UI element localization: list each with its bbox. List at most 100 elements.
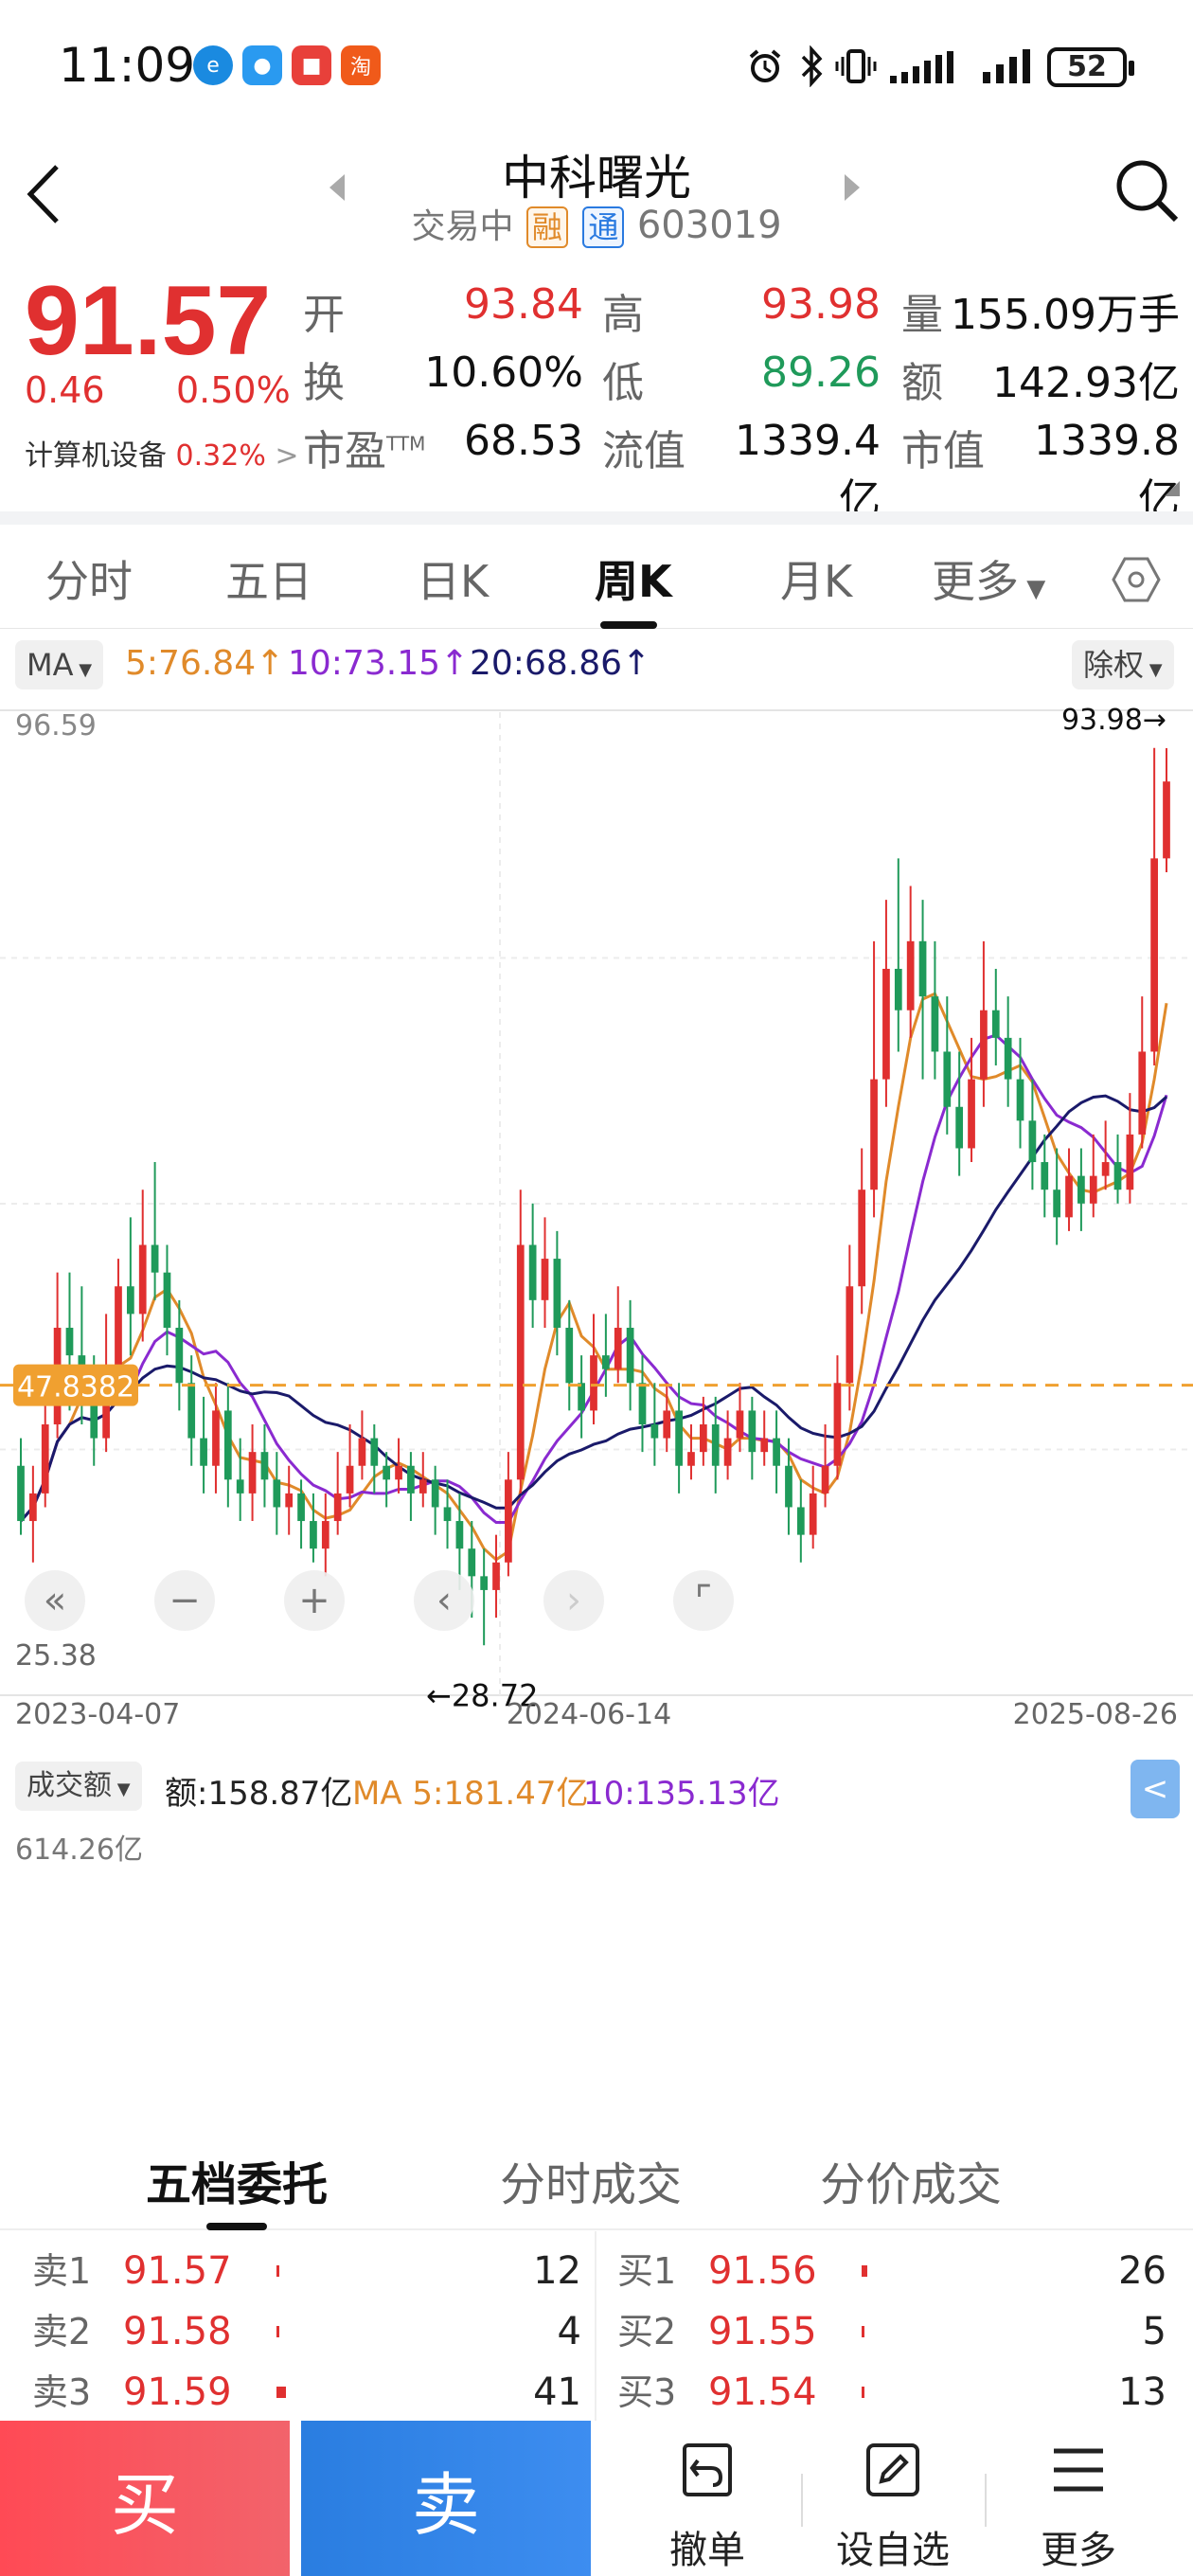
stock-code: 603019 [636,204,782,247]
float-cap-value: 1339.4亿 [735,417,881,524]
volume-value: 155.09万手 [951,291,1180,339]
candle-body [407,1465,415,1494]
section-divider [0,511,1193,525]
bids-row[interactable]: 买3 91.54 13 [617,2362,1166,2423]
menu-icon [1054,2448,1103,2492]
scroll-left-icon[interactable]: ‹ [414,1570,474,1631]
level-volume: 12 [533,2249,581,2293]
candle-body [980,1010,988,1080]
candle-body [468,1548,476,1577]
scroll-right-icon[interactable]: › [543,1570,604,1631]
depth-bar [862,2326,864,2337]
tab-daily-k[interactable]: 日K [417,547,489,610]
more-button[interactable]: 更多 [988,2421,1168,2576]
y-max-label: 96.59 [15,709,97,742]
high-marker: 93.98→ [1061,704,1166,737]
tab-time-sales[interactable]: 分时成交 [500,2147,682,2213]
candle-body [29,1493,37,1522]
candle-body [736,1410,744,1439]
tab-intraday[interactable]: 分时 [45,547,133,610]
sector-link[interactable]: 计算机设备 0.32% > [25,432,299,474]
add-watchlist-button[interactable]: 设自选 [803,2421,983,2576]
level-label: 买3 [617,2371,677,2413]
mkt-cap-value: 1339.8亿 [1034,417,1180,524]
asks-row[interactable]: 卖2 91.58 4 [32,2301,581,2362]
taobao-app-icon: 淘 [341,45,381,85]
caret-down-icon: ▼ [1144,660,1163,680]
candle-body [614,1327,622,1369]
sector-pct: 0.32% [175,439,266,473]
candle-body [248,1452,257,1494]
asks-row[interactable]: 卖1 91.57 12 [32,2241,581,2301]
candle-body [223,1410,232,1480]
tab-more[interactable]: 更多 ▼ [932,547,1045,610]
expand-corner-icon[interactable] [1163,479,1182,498]
adjust-selector-button[interactable]: 除权 ▼ [1072,640,1174,689]
collapse-panel-button[interactable]: < [1131,1760,1180,1818]
fullscreen-icon[interactable]: ⌜ [673,1570,734,1631]
ma5-value: 5:76.84↑ [125,644,285,683]
ma-selector-button[interactable]: MA ▼ [15,640,104,689]
candle-body [310,1521,317,1549]
chevron-right-icon: > [275,439,299,473]
candle-body [175,1327,184,1384]
add-watchlist-label: 设自选 [836,2529,950,2572]
bottom-action-bar: 买 卖 撤单 设自选 更多 [0,2421,1193,2576]
tab-monthly-k[interactable]: 月K [780,547,852,610]
level-price: 91.59 [123,2370,232,2414]
high-label: 高 [602,291,644,339]
tab-five-level[interactable]: 五档委托 [146,2147,328,2213]
candle-body [870,1079,878,1190]
candle-body [358,1438,366,1466]
control-glyph: ⌜ [695,1579,713,1622]
chart-controls: « − + ‹ › ⌜ [25,1570,734,1631]
quote-panel: 91.57 0.46 0.50% 计算机设备 0.32% > 开 93.84 高… [0,265,1193,524]
volume-ma10: 10:135.13亿 [583,1775,780,1813]
candle-body [1077,1175,1085,1204]
level-price: 91.54 [708,2370,817,2414]
depth-bar [862,2387,864,2398]
candle-body [943,1051,952,1107]
x-label-mid: 2024-06-14 [507,1698,671,1731]
sell-button[interactable]: 卖 [301,2421,591,2576]
tab-price-volume[interactable]: 分价成交 [820,2147,1002,2213]
bids-row[interactable]: 买1 91.56 26 [617,2241,1166,2301]
asks-row[interactable]: 卖3 91.59 41 [32,2362,581,2423]
buy-button[interactable]: 买 [0,2421,290,2576]
level-price: 91.56 [708,2249,817,2293]
separator [985,2474,987,2527]
ma10-value: 10:73.15↑ [288,644,470,683]
k-line-chart[interactable]: 47.838296.5925.3893.98→←28.722023-04-07 2… [0,701,1193,1747]
settings-hexagon-icon[interactable] [1112,555,1161,604]
zoom-out-icon[interactable]: − [154,1570,215,1631]
status-time: 11:09 [59,38,196,93]
zoom-in-icon[interactable]: + [284,1570,345,1631]
x-label-start: 2023-04-07 [15,1698,180,1731]
candle-body [602,1355,610,1369]
candle-body [578,1383,585,1411]
control-glyph: + [298,1579,330,1622]
search-icon[interactable] [1113,157,1180,224]
candle-body [1113,1162,1122,1190]
candle-body [418,1479,427,1494]
level-label: 卖2 [32,2311,92,2352]
tab-weekly-k[interactable]: 周K [595,547,672,610]
candle-body [918,940,927,997]
candle-body [333,1493,342,1522]
candle-body [200,1438,207,1466]
candle-body [492,1562,500,1590]
margin-tag: 融 [525,206,568,248]
first-page-icon[interactable]: « [25,1570,85,1631]
candle-body [1028,1120,1037,1163]
tab-five-day[interactable]: 五日 [225,547,312,610]
cancel-order-button[interactable]: 撤单 [617,2421,797,2576]
ma-lines [19,992,1168,1562]
caret-down-icon: ▼ [73,660,93,680]
candle-body [163,1272,171,1328]
candle-body [212,1410,220,1466]
volume-indicator-selector[interactable]: 成交额 ▼ [15,1762,142,1811]
candle-body [126,1286,134,1315]
candle-body [833,1383,842,1466]
depth-bar [276,2387,286,2398]
bids-row[interactable]: 买2 91.55 5 [617,2301,1166,2362]
